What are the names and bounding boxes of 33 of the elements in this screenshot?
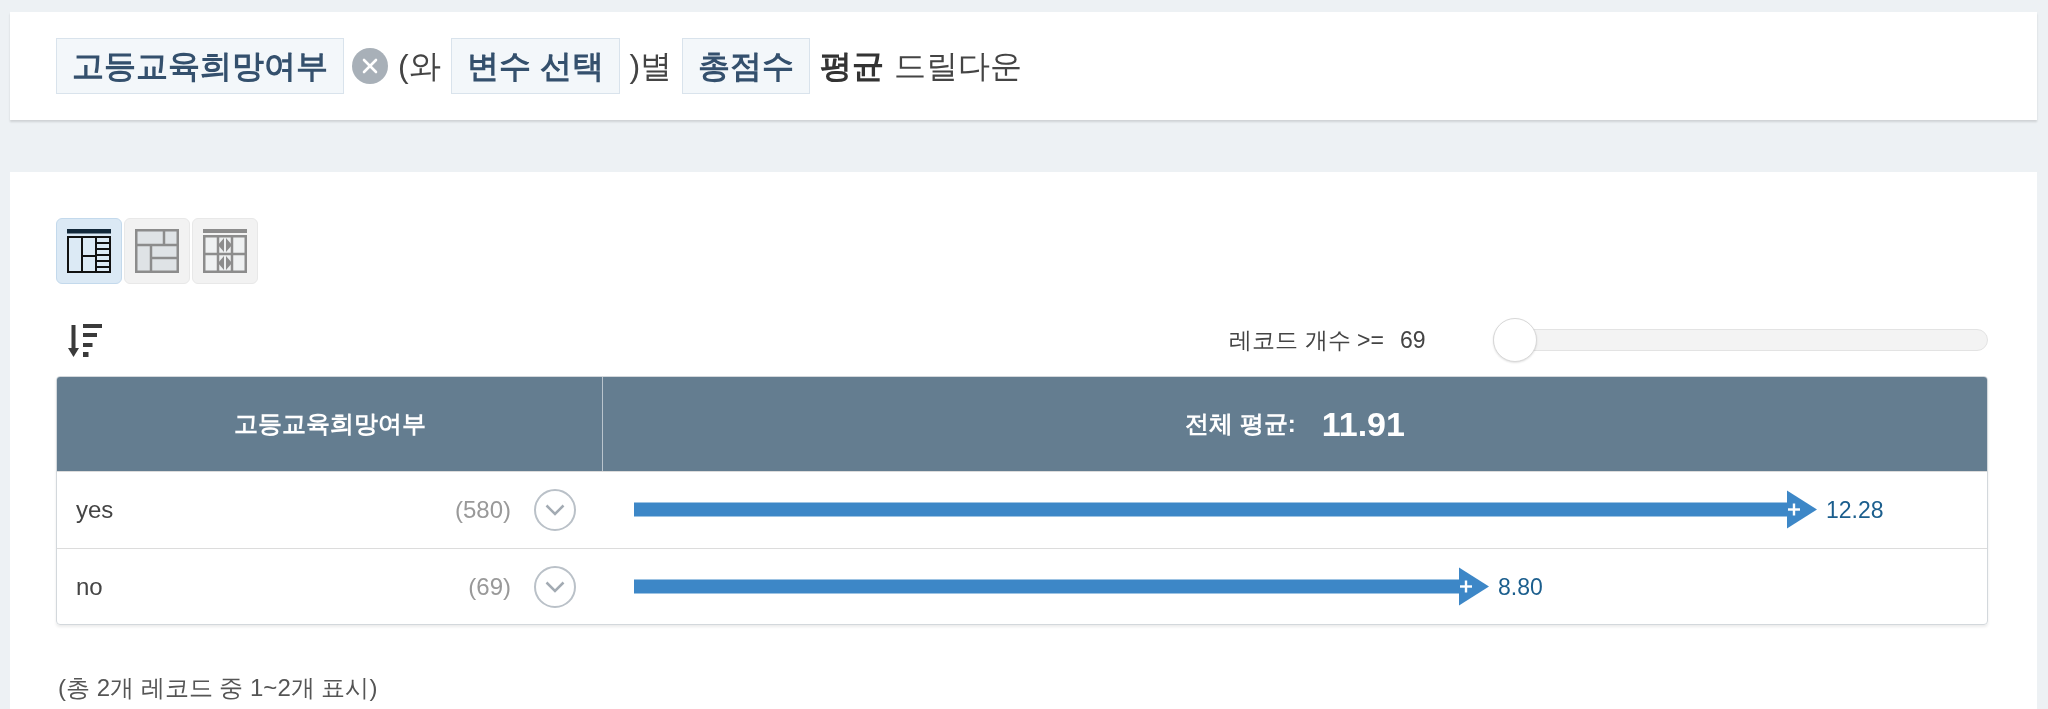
block-layout-icon — [135, 229, 179, 273]
query-text: (와 — [398, 47, 441, 86]
variable-tag[interactable]: 고등교육희망여부 — [56, 38, 344, 94]
slider-thumb[interactable] — [1493, 318, 1537, 362]
expand-button[interactable] — [534, 489, 576, 531]
split-view-icon — [203, 229, 247, 273]
bar-value: 12.28 — [1826, 496, 1884, 523]
plus-arrowhead-icon — [1459, 567, 1489, 606]
column-header: 고등교육희망여부 — [232, 409, 427, 439]
chevron-down-icon — [545, 504, 565, 516]
sort-icon — [68, 323, 102, 357]
query-text: 드릴다운 — [894, 47, 1023, 86]
record-summary: (총 2개 레코드 중 1~2개 표시) — [57, 673, 379, 703]
variable-tag[interactable]: 총점수 — [682, 38, 811, 94]
aggregate-label: 평균 — [820, 47, 885, 86]
filter-label: 레코드 개수 >= — [1229, 325, 1384, 355]
record-count: (69) — [468, 572, 511, 601]
row-label: yes — [76, 496, 114, 524]
record-count: (580) — [454, 496, 511, 524]
view-mode-button[interactable] — [56, 218, 122, 284]
query-text: )별 — [629, 47, 673, 86]
slider-track[interactable] — [1493, 318, 1988, 362]
table-view-icon — [67, 229, 111, 273]
clear-icon[interactable] — [352, 48, 388, 84]
row-label: no — [76, 572, 103, 601]
expand-button[interactable] — [534, 565, 576, 608]
variable-tag[interactable]: 변수 선택 — [450, 38, 620, 94]
average-value: 11.91 — [1321, 404, 1405, 444]
chevron-down-icon — [545, 580, 565, 593]
average-label: 전체 평균: — [1185, 409, 1296, 439]
filter-value: 69 — [1400, 326, 1427, 354]
bar-value: 8.80 — [1498, 573, 1543, 600]
plus-arrowhead-icon — [1787, 490, 1817, 529]
